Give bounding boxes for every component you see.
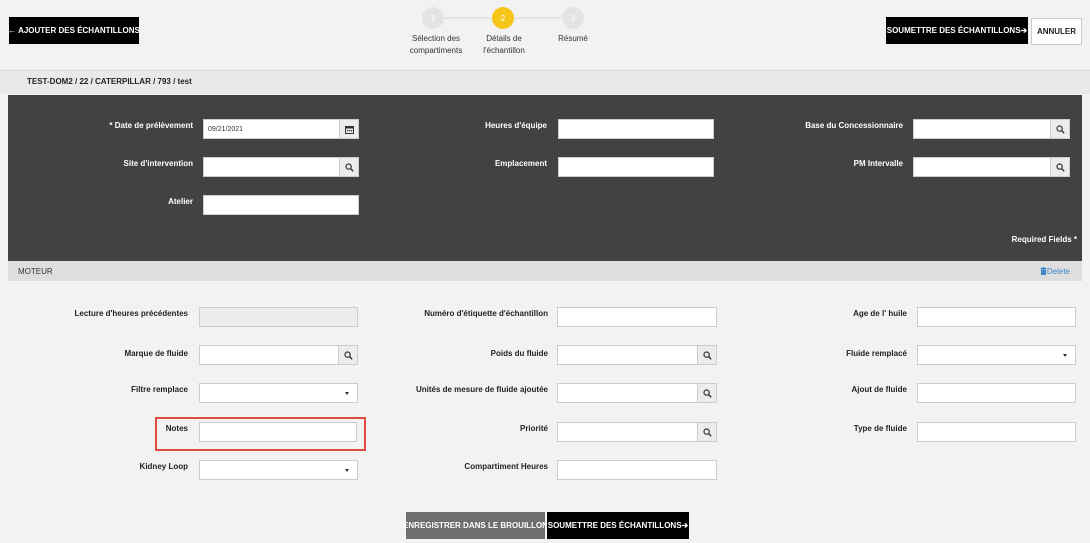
delete-label: Delete xyxy=(1046,267,1070,276)
oil-age-label: Age de l' huile xyxy=(853,309,907,318)
step-2-label: Détails de l'échantillon xyxy=(464,33,544,57)
search-icon[interactable] xyxy=(1050,120,1069,138)
compartment-section-header: MOTEUR Delete xyxy=(8,261,1082,281)
fluid-added-label: Ajout de fluide xyxy=(851,385,907,394)
step-2-label-line2: l'échantillon xyxy=(483,46,525,55)
sample-date-input[interactable]: 09/21/2021 xyxy=(203,119,359,139)
fluid-type-input[interactable] xyxy=(917,422,1076,442)
general-details-panel: * Date de prélèvement 09/21/2021 Heures … xyxy=(8,95,1082,261)
fluid-replaced-label: Fluide remplacé xyxy=(846,349,907,358)
location-label: Emplacement xyxy=(494,159,547,168)
location-input[interactable] xyxy=(558,157,714,177)
step-2-label-line1: Détails de xyxy=(486,34,522,43)
equipment-hours-input[interactable] xyxy=(558,119,714,139)
stepper-line xyxy=(443,17,491,19)
breadcrumb: TEST-DOM2 / 22 / CATERPILLAR / 793 / tes… xyxy=(0,70,1090,94)
dealer-base-input[interactable] xyxy=(913,119,1070,139)
pm-interval-label: PM Intervalle xyxy=(853,159,903,168)
step-2-circle[interactable]: 2 xyxy=(492,7,514,29)
stepper-line xyxy=(513,17,561,19)
sample-date-label: * Date de prélèvement xyxy=(109,121,193,130)
submit-samples-bottom-button[interactable]: SOUMETTRE DES ÉCHANTILLONS➔ xyxy=(547,512,689,539)
search-icon[interactable] xyxy=(1050,158,1069,176)
fluid-type-label: Type de fluide xyxy=(853,424,907,433)
trash-icon xyxy=(1040,267,1047,275)
fluid-brand-label: Marque de fluide xyxy=(124,349,188,358)
cancel-button[interactable]: ANNULER xyxy=(1031,18,1082,45)
prev-hours-label: Lecture d'heures précédentes xyxy=(74,309,189,318)
priority-label: Priorité xyxy=(519,424,548,433)
kidney-loop-label: Kidney Loop xyxy=(139,462,188,471)
workshop-label: Atelier xyxy=(168,197,193,206)
equipment-hours-label: Heures d'équipe xyxy=(485,121,547,130)
search-icon[interactable] xyxy=(339,158,358,176)
step-3-label-line1: Résumé xyxy=(558,34,588,43)
required-fields-note: Required Fields * xyxy=(1011,235,1077,244)
fluid-replaced-select[interactable] xyxy=(917,345,1076,365)
save-draft-button[interactable]: ENREGISTRER DANS LE BROUILLON xyxy=(403,512,548,539)
section-title: MOTEUR xyxy=(18,267,53,276)
chevron-down-icon xyxy=(1063,354,1067,357)
sample-tag-label: Numéro d'étiquette d'échantillon xyxy=(424,309,548,318)
fluid-units-label: Unités de mesure de fluide ajoutée xyxy=(415,385,548,394)
oil-age-input[interactable] xyxy=(917,307,1076,327)
pm-interval-input[interactable] xyxy=(913,157,1070,177)
fluid-added-input[interactable] xyxy=(917,383,1076,403)
workshop-input[interactable] xyxy=(203,195,359,215)
service-site-input[interactable] xyxy=(203,157,359,177)
step-1-circle[interactable]: 1 xyxy=(422,7,444,29)
service-site-label: Site d'intervention xyxy=(123,159,193,168)
step-3-label: Résumé xyxy=(533,33,613,45)
dealer-base-label: Base du Concessionnaire xyxy=(805,121,903,130)
filter-replaced-label: Filtre remplace xyxy=(131,385,188,394)
calendar-icon[interactable] xyxy=(339,120,358,138)
submit-samples-top-button[interactable]: SOUMETTRE DES ÉCHANTILLONS➔ xyxy=(886,17,1028,44)
step-3-circle[interactable]: 3 xyxy=(562,7,584,29)
compartment-hours-label: Compartiment Heures xyxy=(464,462,548,471)
fluid-weight-label: Poids du fluide xyxy=(490,349,548,358)
add-samples-button[interactable]: ← AJOUTER DES ÉCHANTILLONS xyxy=(8,17,140,44)
notes-highlight xyxy=(155,417,366,451)
delete-link[interactable]: Delete xyxy=(1040,267,1070,276)
sample-date-value: 09/21/2021 xyxy=(208,126,244,133)
compartment-hours-input[interactable] xyxy=(557,460,717,480)
